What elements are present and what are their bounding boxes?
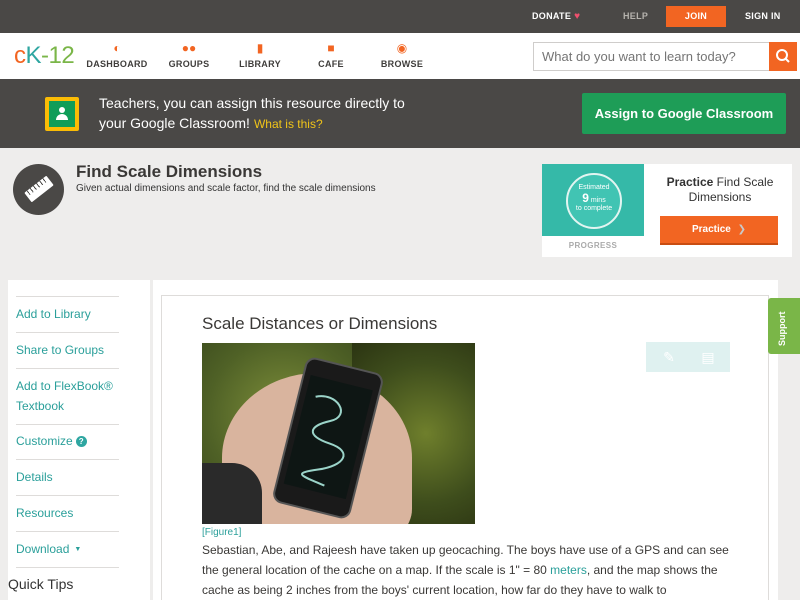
- sidebar-item-customize[interactable]: Customize?: [16, 431, 119, 451]
- search-input[interactable]: [533, 42, 770, 71]
- nav-library[interactable]: ▮ LIBRARY: [228, 40, 292, 69]
- sign-in-link[interactable]: SIGN IN: [745, 0, 781, 33]
- section-title: Scale Distances or Dimensions: [202, 314, 438, 333]
- help-icon[interactable]: ?: [75, 436, 87, 447]
- assign-to-google-classroom-button[interactable]: Assign to Google Classroom: [582, 93, 786, 134]
- quick-tips-heading[interactable]: Quick Tips: [8, 576, 73, 592]
- page-description: Given actual dimensions and scale factor…: [76, 183, 376, 194]
- sidebar-item-add-to-library[interactable]: Add to Library: [16, 304, 119, 324]
- logo-12: -12: [41, 42, 75, 69]
- nav-cafe-label: CAFE: [318, 59, 344, 69]
- sidebar-divider: [16, 296, 119, 297]
- search-button[interactable]: [769, 42, 797, 71]
- sidebar-divider: [16, 332, 119, 333]
- browse-icon: ◉: [396, 41, 408, 55]
- notes-icon[interactable]: ▤: [699, 348, 717, 366]
- page-title: Find Scale Dimensions: [76, 162, 263, 181]
- ck12-logo[interactable]: cK-12: [14, 42, 75, 70]
- support-label: Support: [777, 311, 787, 347]
- google-classroom-icon: [45, 97, 79, 131]
- nav-cafe[interactable]: ■ CAFE: [299, 40, 363, 69]
- practice-button[interactable]: Practice ❯: [660, 216, 778, 245]
- classroom-text-line2-label: your Google Classroom!: [99, 115, 250, 131]
- logo-k: K: [25, 42, 42, 69]
- donate-link[interactable]: DONATE ♥: [532, 0, 580, 33]
- meters-link[interactable]: meters: [550, 563, 587, 577]
- search-icon: [776, 49, 790, 63]
- customize-label: Customize: [16, 434, 73, 448]
- practice-button-label: Practice: [691, 224, 731, 235]
- nav-browse[interactable]: ◉ BROWSE: [370, 40, 434, 69]
- nav-groups-label: GROUPS: [168, 59, 210, 69]
- nav-browse-label: BROWSE: [380, 59, 424, 69]
- dashboard-icon: ◐: [113, 41, 121, 55]
- figure-caption-link[interactable]: [Figure1]: [202, 527, 241, 538]
- estimated-time: Estimated 9 mins to complete: [566, 184, 622, 213]
- pencil-icon[interactable]: ✎: [660, 348, 678, 366]
- donate-label: DONATE: [532, 11, 572, 21]
- support-tab[interactable]: Support: [768, 298, 800, 354]
- nav-dashboard-label: DASHBOARD: [86, 59, 148, 69]
- body-paragraph: Sebastian, Abe, and Rajeesh have taken u…: [202, 540, 737, 600]
- sidebar-divider: [16, 459, 119, 460]
- sidebar-divider: [16, 567, 119, 568]
- nav-library-label: LIBRARY: [239, 59, 281, 69]
- chevron-right-icon: ❯: [737, 224, 747, 235]
- annotation-toolbar: ✎ ▤: [646, 342, 730, 372]
- estimated-label: Estimated: [578, 184, 610, 191]
- library-icon: ▮: [256, 41, 264, 55]
- main-nav: cK-12 ◐ DASHBOARD ●● GROUPS ▮ LIBRARY ■ …: [0, 33, 800, 79]
- sidebar-item-resources[interactable]: Resources: [16, 503, 119, 523]
- caret-down-icon: ▼: [74, 546, 82, 553]
- logo-c: c: [14, 42, 26, 69]
- mins-unit: mins: [590, 197, 606, 204]
- practice-title: Practice Find Scale Dimensions: [654, 175, 786, 205]
- practice-card: Estimated 9 mins to complete PROGRESS Pr…: [542, 164, 792, 257]
- sidebar-item-download[interactable]: Download ▼: [16, 539, 119, 560]
- ruler-icon: [13, 164, 64, 215]
- nav-dashboard[interactable]: ◐ DASHBOARD: [85, 40, 149, 69]
- sidebar-divider: [16, 368, 119, 369]
- sidebar-divider: [16, 424, 119, 425]
- sidebar-item-add-to-flexbook[interactable]: Add to FlexBook® Textbook: [16, 376, 119, 416]
- sidebar-divider: [16, 531, 119, 532]
- join-button[interactable]: JOIN: [666, 6, 726, 27]
- heart-icon: ♥: [574, 11, 581, 22]
- top-bar: DONATE ♥ HELP JOIN SIGN IN: [0, 0, 800, 33]
- help-link[interactable]: HELP: [623, 0, 648, 33]
- sidebar-item-share-to-groups[interactable]: Share to Groups: [16, 340, 119, 360]
- sidebar-item-details[interactable]: Details: [16, 467, 119, 487]
- practice-progress-image: Estimated 9 mins to complete: [542, 164, 644, 236]
- groups-icon: ●●: [181, 41, 197, 55]
- progress-label: PROGRESS: [568, 241, 618, 250]
- nav-groups[interactable]: ●● GROUPS: [157, 40, 221, 69]
- cafe-icon: ■: [327, 41, 335, 55]
- to-complete-label: to complete: [575, 205, 613, 212]
- download-label: Download: [16, 542, 70, 556]
- sidebar-divider: [16, 495, 119, 496]
- classroom-text-line1: Teachers, you can assign this resource d…: [99, 95, 405, 111]
- google-classroom-banner: Teachers, you can assign this resource d…: [0, 79, 800, 148]
- geocaching-photo[interactable]: [202, 343, 475, 524]
- practice-title-bold: Practice: [666, 175, 714, 189]
- sidebar: Add to Library Share to Groups Add to Fl…: [8, 280, 150, 600]
- mins-number: 9: [582, 191, 589, 205]
- what-is-this-link[interactable]: What is this?: [254, 117, 323, 131]
- classroom-text-line2: your Google Classroom! What is this?: [99, 113, 323, 134]
